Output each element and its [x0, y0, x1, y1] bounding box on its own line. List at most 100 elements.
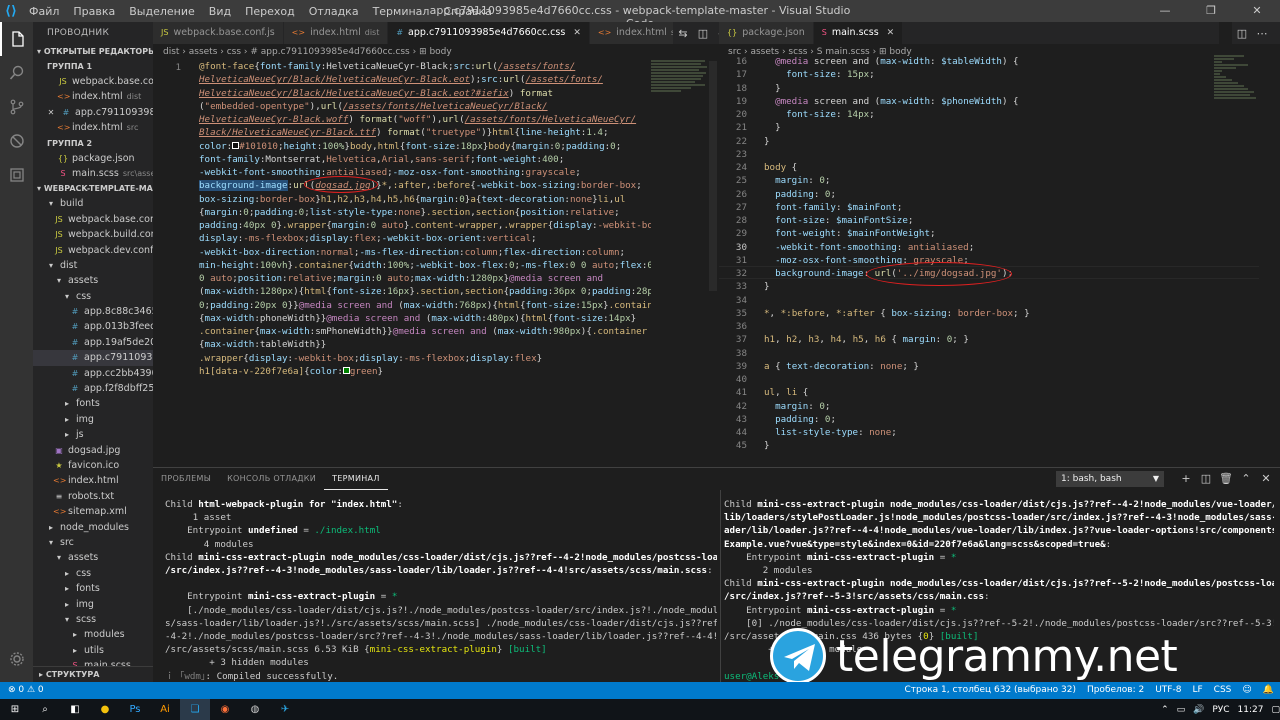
add-terminal-icon[interactable]: + [1176, 470, 1196, 488]
tray-item[interactable]: 🔊 [1193, 705, 1204, 715]
open-editor-item[interactable]: Smain.scsssrc\asset... [33, 166, 153, 181]
tree-folder[interactable]: ▾ assets [33, 273, 153, 288]
source-control-icon[interactable] [0, 90, 33, 124]
editor-tab[interactable]: <>index.htmlsrc [589, 22, 673, 44]
editor-tab[interactable]: # app.c7911093985e4d7660cc.css ✕ [388, 22, 590, 44]
left-breadcrumb[interactable]: dist › assets › css › # app.c7911093985e… [163, 44, 723, 61]
left-minimap[interactable] [651, 60, 709, 102]
menu-item[interactable]: Правка [66, 5, 122, 18]
photoshop-icon[interactable]: Ps [120, 699, 150, 720]
right-code-scss[interactable]: @media screen and (max-width: $tableWidt… [764, 55, 1224, 463]
tree-file[interactable]: ≡ robots.txt [33, 489, 153, 504]
tree-folder[interactable]: ▾ assets [33, 550, 153, 565]
task-view-icon[interactable]: ◧ [60, 699, 90, 720]
right-minimap[interactable] [1214, 55, 1266, 135]
menu-item[interactable]: Файл [22, 5, 66, 18]
trash-icon[interactable]: 🗑 [1216, 470, 1236, 488]
status-item[interactable]: 🔔 [1263, 682, 1274, 699]
editor-tab[interactable]: {} package.json [719, 22, 814, 44]
tree-folder[interactable]: ▸ img [33, 597, 153, 612]
terminal-split-divider[interactable] [720, 490, 721, 682]
tree-file[interactable]: # app.19af5de206e... [33, 335, 153, 350]
tray-item[interactable]: ▢ [1271, 705, 1280, 715]
tree-folder[interactable]: ▾ build [33, 196, 153, 211]
tree-file[interactable]: # app.f2f8dbff25a5... [33, 381, 153, 396]
tree-folder[interactable]: ▸ css [33, 566, 153, 581]
panel-tab[interactable]: ТЕРМИНАЛ [324, 468, 388, 490]
terminal-left-output[interactable]: Child html-webpack-plugin for "index.htm… [165, 498, 717, 682]
tree-folder[interactable]: ▾ scss [33, 612, 153, 627]
tree-folder[interactable]: ▸ utils [33, 643, 153, 658]
telegram-icon[interactable]: ✈ [270, 699, 300, 720]
menu-item[interactable]: Отладка [302, 5, 366, 18]
tree-file[interactable]: # app.8c88c346556... [33, 304, 153, 319]
close-icon[interactable]: ✕ [573, 22, 581, 44]
left-code-css[interactable]: @font-face{font-family:HelveticaNeueCyr-… [199, 60, 651, 390]
tree-folder[interactable]: ▸ img [33, 412, 153, 427]
debug-icon[interactable] [0, 124, 33, 158]
open-editor-item[interactable]: <> index.html src [33, 120, 153, 135]
panel-tab[interactable]: КОНСОЛЬ ОТЛАДКИ [219, 468, 324, 490]
tree-folder[interactable]: ▾ css [33, 289, 153, 304]
group2-header[interactable]: ГРУППА 2 [33, 136, 153, 151]
group1-header[interactable]: ГРУППА 1 [33, 59, 153, 74]
split-editor-icon[interactable]: ◫ [1232, 27, 1252, 40]
editor-tab[interactable]: Smain.scss ✕ [813, 22, 904, 44]
problems-count[interactable]: ⊗ 0 ⚠ 0 [8, 682, 44, 699]
explorer-icon[interactable] [0, 22, 33, 56]
status-item[interactable]: LF [1192, 682, 1202, 699]
tree-file[interactable]: <> index.html [33, 473, 153, 488]
illustrator-icon[interactable]: Ai [150, 699, 180, 720]
tray-item[interactable]: ⌃ [1161, 705, 1169, 715]
status-item[interactable]: Строка 1, столбец 632 (выбрано 32) [904, 682, 1075, 699]
tree-file[interactable]: # app.013b3feede9... [33, 319, 153, 334]
tree-folder[interactable]: ▸ fonts [33, 396, 153, 411]
search-icon[interactable] [0, 56, 33, 90]
split-terminal-icon[interactable]: ◫ [1196, 470, 1216, 488]
status-item[interactable]: Пробелов: 2 [1087, 682, 1144, 699]
outline-header[interactable]: ▸ СТРУКТУРА [33, 666, 153, 682]
more-icon[interactable]: ⋯ [1252, 27, 1272, 40]
tray-item[interactable]: 11:27 [1238, 705, 1264, 715]
open-editor-item[interactable]: JS webpack.base.con... [33, 74, 153, 89]
menu-item[interactable]: Выделение [122, 5, 202, 18]
tree-file[interactable]: # app.cc2bb43901e... [33, 366, 153, 381]
open-editor-item[interactable]: ✕ # app.c7911093985... [33, 105, 153, 120]
tree-file[interactable]: ▣ dogsad.jpg [33, 443, 153, 458]
tree-file[interactable]: JS webpack.dev.conf.js [33, 243, 153, 258]
maximize-button[interactable]: ❐ [1188, 0, 1234, 22]
tree-file[interactable]: # app.c7911093985... [33, 350, 153, 366]
compare-icon[interactable]: ⇆ [673, 27, 693, 40]
close-window-button[interactable]: ✕ [1234, 0, 1280, 22]
open-editors-header[interactable]: ▾ ОТКРЫТЫЕ РЕДАКТОРЫ [33, 44, 153, 59]
terminal-select[interactable]: 1: bash, bash ▼ [1056, 471, 1164, 487]
tree-folder[interactable]: ▸ node_modules [33, 520, 153, 535]
app-icon[interactable]: ◍ [240, 699, 270, 720]
status-item[interactable]: UTF-8 [1155, 682, 1181, 699]
tray-item[interactable]: ▭ [1177, 705, 1186, 715]
gear-icon[interactable] [0, 642, 33, 676]
open-editor-item[interactable]: {} package.json [33, 151, 153, 166]
tray-item[interactable]: РУС [1212, 705, 1229, 715]
split-editor-icon[interactable]: ◫ [693, 27, 713, 40]
status-item[interactable]: CSS [1214, 682, 1232, 699]
left-editor-scrollbar[interactable] [709, 61, 717, 291]
minimize-button[interactable]: — [1142, 0, 1188, 22]
status-item[interactable]: ☺ [1242, 682, 1251, 699]
tree-file[interactable]: <> sitemap.xml [33, 504, 153, 519]
open-editor-item[interactable]: <> index.html dist [33, 89, 153, 104]
windows-start-icon[interactable]: ⊞ [0, 699, 30, 720]
editor-tab[interactable]: <> index.html dist [283, 22, 389, 44]
firefox-icon[interactable]: ◉ [210, 699, 240, 720]
project-header[interactable]: ▾ WEBPACK-TEMPLATE-MAS... [33, 181, 153, 196]
close-icon[interactable]: ✕ [1256, 470, 1276, 488]
tree-folder[interactable]: ▾ dist [33, 258, 153, 273]
vscode-icon[interactable]: ❏ [180, 699, 210, 720]
chevron-up-icon[interactable]: ⌃ [1236, 470, 1256, 488]
tree-folder[interactable]: ▾ src [33, 535, 153, 550]
tree-folder[interactable]: ▸ fonts [33, 581, 153, 596]
tree-folder[interactable]: ▸ modules [33, 627, 153, 642]
chrome-icon[interactable]: ● [90, 699, 120, 720]
search-icon[interactable]: ⌕ [30, 699, 60, 720]
menu-item[interactable]: Вид [202, 5, 238, 18]
